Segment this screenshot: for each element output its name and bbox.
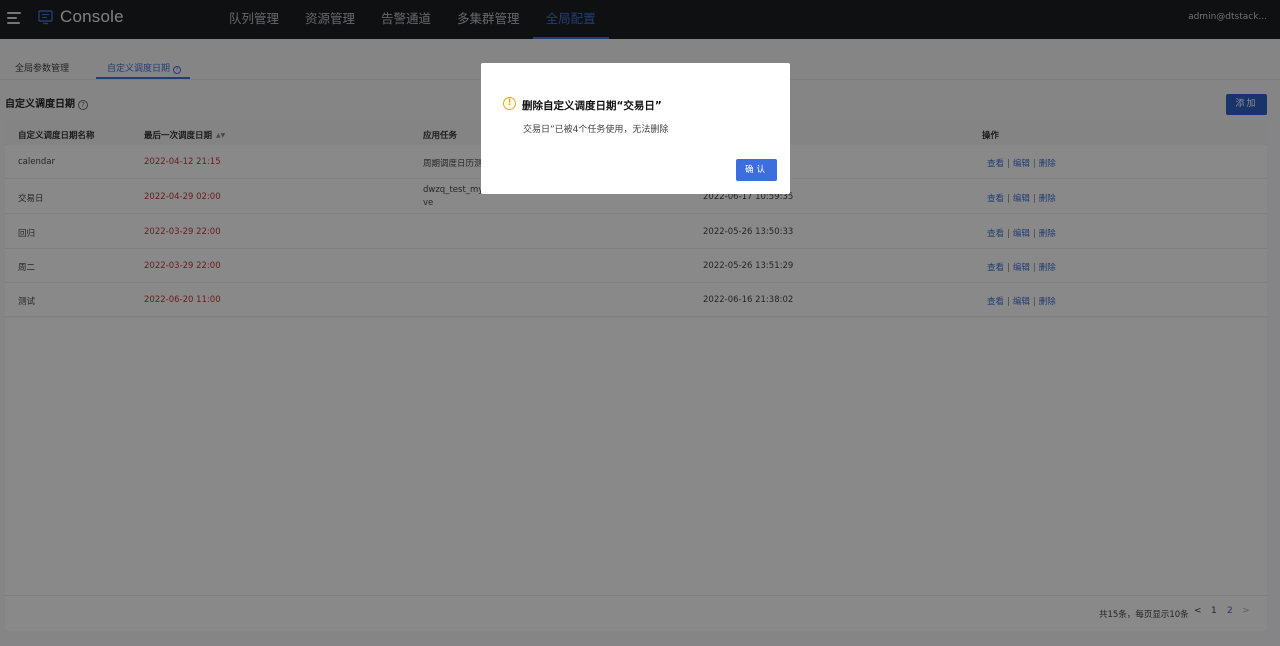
modal-message: 交易日”已被4个任务使用，无法删除 — [523, 125, 669, 135]
warning-icon: ! — [503, 97, 516, 110]
delete-warning-modal: ! 删除自定义调度日期“交易日” 交易日”已被4个任务使用，无法删除 确认 — [481, 63, 790, 194]
modal-title: 删除自定义调度日期“交易日” — [522, 100, 662, 112]
confirm-button[interactable]: 确认 — [736, 159, 777, 181]
